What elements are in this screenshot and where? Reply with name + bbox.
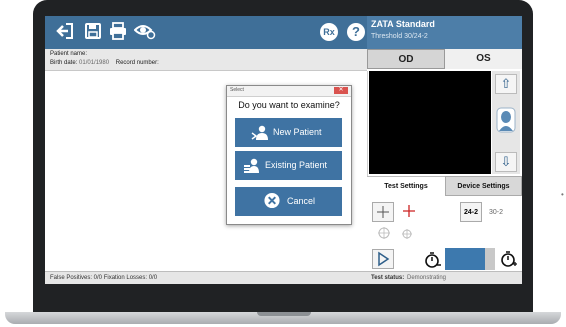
existing-patient-icon (244, 158, 259, 173)
pattern-24-2-button[interactable]: 24-2 (460, 202, 482, 222)
play-button[interactable] (372, 249, 394, 269)
move-down-button[interactable]: ⇩ (495, 152, 517, 172)
patient-info-bar: Patient name: Birth date: 01/01/1980 Rec… (45, 49, 367, 71)
status-bar-left: False Positives: 0/0 Fixation Losses: 0/… (45, 271, 367, 284)
arrow-up-icon: ⇧ (500, 76, 512, 91)
timer-plus-icon (501, 251, 517, 267)
head-position-icon[interactable] (496, 107, 516, 133)
test-status-value: Demonstrating (407, 275, 447, 281)
birth-date-value: 01/01/1980 (79, 60, 110, 66)
settings-tabs: Test Settings Device Settings (367, 176, 522, 197)
camera-view (369, 71, 491, 174)
print-icon[interactable] (108, 22, 128, 42)
dialog-title: Select (230, 87, 244, 93)
help-button[interactable]: ? (347, 23, 365, 41)
existing-patient-button[interactable]: Existing Patient (235, 151, 342, 180)
arrow-down-icon: ⇩ (500, 154, 512, 169)
tab-od[interactable]: OD (367, 49, 445, 69)
red-cross-icon (403, 205, 415, 217)
red-cross-button[interactable] (401, 203, 417, 219)
view-icon[interactable] (133, 22, 157, 42)
cancel-icon (264, 192, 280, 209)
speed-slider-track[interactable] (485, 248, 495, 270)
test-subtitle: Threshold 30/24-2 (371, 33, 428, 40)
close-icon: ✕ (338, 87, 344, 93)
eye-tabs: OD OS (367, 49, 522, 69)
new-patient-label: New Patient (273, 127, 322, 137)
cancel-button[interactable]: Cancel (235, 187, 342, 216)
top-toolbar: Rx ? (45, 16, 367, 49)
patient-details: Birth date: 01/01/1980 Record number: (50, 60, 159, 66)
dialog-titlebar: Select ✕ (227, 86, 351, 97)
save-icon[interactable] (83, 22, 103, 42)
pattern-30-2-option[interactable]: 30-2 (489, 209, 503, 216)
existing-patient-label: Existing Patient (265, 160, 328, 170)
new-patient-icon (251, 125, 268, 140)
birth-date-label: Birth date: (50, 60, 78, 66)
status-bar-right: Test status: Demonstrating (367, 271, 522, 284)
app-screen: Rx ? ZATA Standard Threshold 30/24-2 Pat… (45, 16, 522, 284)
move-up-button[interactable]: ⇧ (495, 74, 517, 94)
timer-minus-icon (425, 252, 441, 268)
tab-os[interactable]: OS (445, 49, 522, 69)
record-number-label: Record number: (115, 60, 159, 66)
play-icon (378, 251, 390, 267)
test-settings-panel: 24-2 30-2 (367, 196, 522, 271)
speed-slider-bar[interactable] (445, 248, 485, 270)
select-dialog: Select ✕ Do you want to examine? New Pat… (226, 85, 352, 225)
tab-device-settings[interactable]: Device Settings (445, 176, 522, 196)
test-status-label: Test status: (371, 275, 405, 281)
laptop-notch (257, 312, 311, 316)
cross-icon (377, 206, 389, 218)
cancel-label: Cancel (287, 196, 316, 206)
new-patient-button[interactable]: New Patient (235, 118, 342, 147)
test-title: ZATA Standard (371, 19, 435, 29)
reliability-text: False Positives: 0/0 Fixation Losses: 0/… (50, 275, 158, 281)
close-button[interactable]: ✕ (334, 87, 348, 94)
patient-name-label: Patient name: (50, 51, 88, 57)
rx-button[interactable]: Rx (320, 23, 338, 41)
timer-increase-button[interactable] (500, 250, 518, 268)
timer-decrease-button[interactable] (424, 251, 442, 269)
dialog-question: Do you want to examine? (238, 100, 340, 110)
target-circle-small-icon[interactable] (400, 227, 414, 241)
fixation-cross-button[interactable] (372, 202, 394, 222)
side-marker: • (561, 190, 564, 199)
tab-test-settings[interactable]: Test Settings (367, 176, 445, 197)
test-header: ZATA Standard Threshold 30/24-2 (367, 16, 522, 49)
target-circle-icon[interactable] (377, 226, 391, 240)
exit-icon[interactable] (55, 22, 75, 42)
